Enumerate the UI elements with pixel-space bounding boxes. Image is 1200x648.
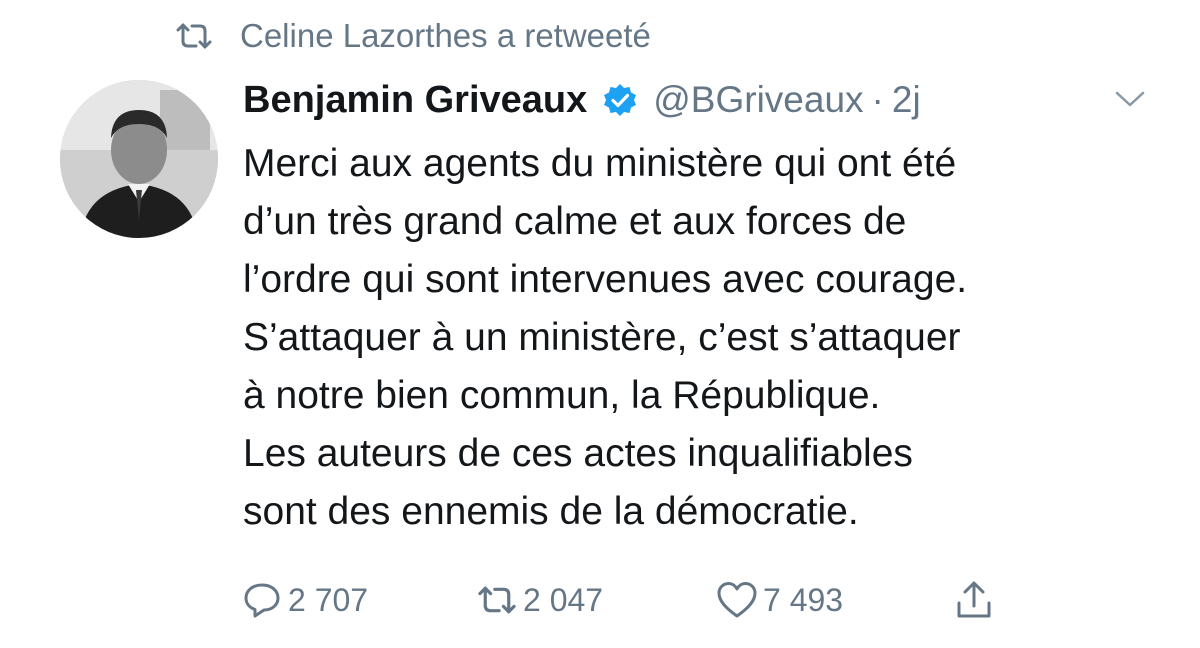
retweet-icon — [172, 18, 216, 54]
verified-badge-icon — [601, 81, 639, 119]
tweet-header: Benjamin Griveaux @BGriveaux · 2j — [243, 72, 921, 128]
chevron-down-icon[interactable] — [1108, 84, 1152, 114]
like-count: 7 493 — [763, 581, 844, 618]
tweet-text-line: à notre bien commun, la République. — [243, 374, 881, 417]
tweet-text-line: Les auteurs de ces actes inqualifiables — [243, 432, 913, 475]
reply-button[interactable]: 2 707 — [240, 575, 368, 625]
tweet-text-line: d’un très grand calme et aux forces de — [243, 200, 907, 243]
retweeted-by-label[interactable]: Celine Lazorthes a retweeté — [240, 17, 651, 55]
author-display-name[interactable]: Benjamin Griveaux — [243, 79, 587, 122]
tweet-text-line: Merci aux agents du ministère qui ont ét… — [243, 142, 957, 185]
retweet-icon — [475, 578, 519, 622]
tweet-text-line: sont des ennemis de la démocratie. — [243, 490, 859, 533]
share-button[interactable] — [952, 575, 996, 625]
tweet-timestamp[interactable]: 2j — [892, 79, 921, 121]
retweet-context[interactable]: Celine Lazorthes a retweeté — [172, 14, 651, 58]
tweet-actions: 2 707 2 047 7 493 — [240, 575, 1040, 625]
share-icon — [952, 578, 996, 622]
heart-icon — [715, 578, 759, 622]
tweet-text-line: S’attaquer à un ministère, c’est s’attaq… — [243, 316, 961, 359]
reply-count: 2 707 — [288, 581, 369, 618]
tweet-text-line: l’ordre qui sont intervenues avec courag… — [243, 258, 968, 301]
like-button[interactable]: 7 493 — [715, 575, 843, 625]
retweet-count: 2 047 — [523, 581, 604, 618]
reply-icon — [240, 578, 284, 622]
separator-dot: · — [871, 79, 884, 120]
author-handle[interactable]: @BGriveaux — [653, 79, 863, 121]
tweet-text: Merci aux agents du ministère qui ont ét… — [243, 135, 1143, 541]
avatar[interactable] — [60, 80, 218, 238]
retweet-button[interactable]: 2 047 — [475, 575, 603, 625]
